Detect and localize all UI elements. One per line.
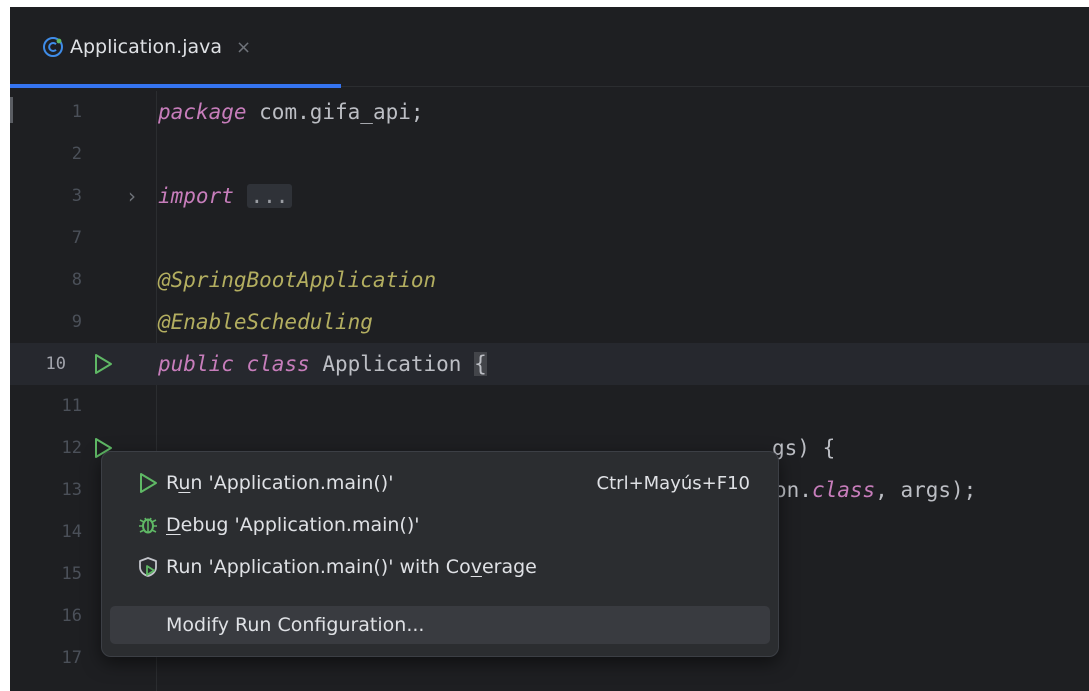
line-number: 13 bbox=[61, 480, 82, 500]
line-number: 1 bbox=[71, 102, 82, 122]
code-text: @SpringBootApplication bbox=[158, 268, 437, 292]
debug-icon bbox=[139, 517, 157, 534]
tab-close-icon[interactable]: × bbox=[236, 37, 251, 58]
code-line[interactable]: 2 bbox=[10, 133, 1089, 175]
code-text: @EnableScheduling bbox=[158, 310, 373, 334]
code-text: on.class, args); bbox=[774, 478, 977, 502]
code-line[interactable]: 7 bbox=[10, 217, 1089, 259]
menu-item-run-with-coverage[interactable]: Run 'Application.main()' with Coverage bbox=[110, 548, 770, 586]
coverage-icon bbox=[139, 557, 157, 577]
java-class-icon bbox=[43, 37, 63, 57]
code-line[interactable]: 9 @EnableScheduling bbox=[10, 301, 1089, 343]
run-icon bbox=[140, 473, 157, 493]
fold-chevron-icon[interactable]: › bbox=[128, 184, 136, 208]
code-text: public class Application { bbox=[158, 352, 487, 376]
line-number: 9 bbox=[71, 312, 82, 332]
line-number: 15 bbox=[61, 564, 82, 584]
menu-item-label: Run 'Application.main()' bbox=[166, 472, 394, 494]
code-line[interactable]: 8 @SpringBootApplication bbox=[10, 259, 1089, 301]
code-text: package com.gifa_api; bbox=[158, 100, 424, 124]
menu-item-modify-run-configuration[interactable]: Modify Run Configuration... bbox=[110, 606, 770, 644]
folded-imports[interactable]: ... bbox=[246, 184, 293, 208]
ide-window: Application.java × 1 package com.gifa_ap… bbox=[10, 7, 1089, 691]
line-number: 7 bbox=[71, 228, 82, 248]
menu-item-label: Debug 'Application.main()' bbox=[166, 514, 420, 536]
tab-application-java[interactable]: Application.java × bbox=[10, 7, 341, 88]
line-number: 17 bbox=[61, 648, 82, 668]
code-line-current[interactable]: 10 public class Application { bbox=[10, 343, 1089, 385]
run-context-popup: Run 'Application.main()' Ctrl+Mayús+F10 … bbox=[101, 451, 779, 657]
menu-item-label: Run 'Application.main()' with Coverage bbox=[166, 556, 537, 578]
line-number: 2 bbox=[71, 144, 82, 164]
menu-item-run[interactable]: Run 'Application.main()' Ctrl+Mayús+F10 bbox=[110, 464, 770, 502]
menu-item-debug[interactable]: Debug 'Application.main()' bbox=[110, 506, 770, 544]
line-number: 3 bbox=[71, 186, 82, 206]
line-number: 8 bbox=[71, 270, 82, 290]
code-line[interactable]: 1 package com.gifa_api; bbox=[10, 91, 1089, 133]
run-gutter-icon[interactable] bbox=[90, 351, 116, 377]
line-number: 12 bbox=[61, 438, 82, 458]
code-line[interactable]: 3 › import ... bbox=[10, 175, 1089, 217]
line-number: 14 bbox=[61, 522, 82, 542]
menu-item-label: Modify Run Configuration... bbox=[166, 614, 425, 636]
menu-item-shortcut: Ctrl+Mayús+F10 bbox=[596, 472, 750, 494]
line-number: 16 bbox=[61, 606, 82, 626]
line-number: 10 bbox=[45, 354, 66, 374]
editor-tab-bar: Application.java × bbox=[10, 7, 1089, 88]
code-text: import ... bbox=[158, 184, 293, 208]
code-line[interactable]: 11 bbox=[10, 385, 1089, 427]
line-number: 11 bbox=[61, 396, 82, 416]
active-tab-indicator bbox=[10, 84, 341, 88]
code-text: gs) { bbox=[772, 436, 836, 460]
tab-title: Application.java bbox=[70, 36, 223, 58]
